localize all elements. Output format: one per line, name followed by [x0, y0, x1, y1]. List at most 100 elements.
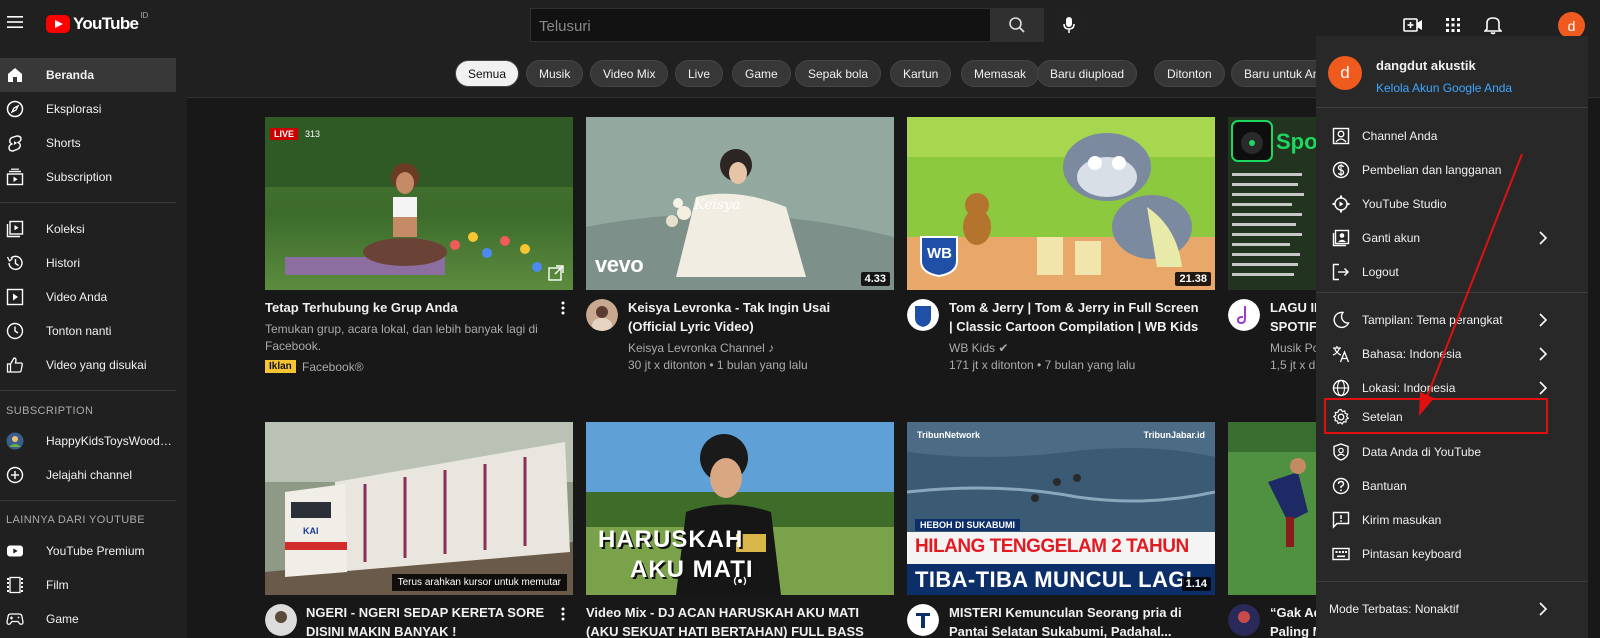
video-plus-icon [1403, 18, 1422, 32]
channel-avatar-icon[interactable] [907, 604, 939, 636]
wb-logo-text: WB [927, 245, 952, 262]
video-thumbnail[interactable]: TribunNetwork TribunJabar.id HEBOH DI SU… [907, 422, 1215, 595]
channel-avatar-icon[interactable] [265, 604, 297, 636]
sidebar-item-tonton-nanti[interactable]: Tonton nanti [0, 314, 176, 348]
sidebar-item-game[interactable]: Game [0, 602, 176, 636]
advertiser-name[interactable]: Facebook® [302, 359, 364, 376]
sidebar-item-subscription[interactable]: Subscription [0, 160, 176, 194]
channel-avatar-icon[interactable] [586, 299, 618, 331]
sidebar-item-happykids[interactable]: HappyKidsToysWood… [0, 424, 176, 458]
menu-label: Pintasan keyboard [1362, 547, 1462, 561]
video-thumbnail[interactable]: WB 21.38 [907, 117, 1215, 290]
sidebar-item-eksplorasi[interactable]: Eksplorasi [0, 92, 176, 126]
sidebar-label: Video yang disukai [46, 358, 147, 372]
sidebar-item-youtube-premium[interactable]: YouTube Premium [0, 534, 176, 568]
channel-name[interactable]: WB Kids ✔ [949, 340, 1008, 357]
news-headline: HILANG TENGGELAM 2 TAHUN [915, 536, 1189, 557]
video-title[interactable]: “Gak Ada Al [1270, 603, 1316, 622]
video-title[interactable]: MISTERI Kemunculan Seorang pria di [949, 603, 1182, 622]
create-video-button[interactable] [1402, 14, 1424, 36]
sidebar-item-video-disukai[interactable]: Video yang disukai [0, 348, 176, 382]
video-title[interactable]: (Official Lyric Video) [628, 317, 754, 336]
video-thumbnail[interactable]: KAI Terus arahkan kursor untuk memutar [265, 422, 573, 595]
youtube-logo[interactable]: YouTube ID [46, 11, 148, 34]
video-thumbnail[interactable]: HARUSKAH AKU MATI [586, 422, 894, 595]
search-input[interactable]: Telusuri [530, 8, 991, 42]
video-title[interactable]: Pantai Selatan Sukabumi, Padahal... [949, 622, 1172, 638]
sidebar-item-beranda[interactable]: Beranda [0, 58, 176, 92]
video-thumbnail[interactable] [1228, 422, 1316, 595]
video-title[interactable]: Tetap Terhubung ke Grup Anda [265, 298, 458, 317]
video-title[interactable]: | Classic Cartoon Compilation | WB Kids [949, 317, 1198, 336]
video-info-clip: LAGU INDON SPOTIFY IN Musik Popule 1,5 j… [1270, 296, 1316, 376]
sidebar-item-koleksi[interactable]: Koleksi [0, 212, 176, 246]
sidebar-item-shorts[interactable]: Shorts [0, 126, 176, 160]
channel-name[interactable]: Keisya Levronka Channel ♪ [628, 340, 774, 357]
more-options-icon[interactable] [561, 301, 565, 315]
channel-avatar-icon[interactable] [1228, 604, 1260, 636]
brand-watermark: TribunNetwork [917, 430, 981, 440]
chip-memasak[interactable]: Memasak [961, 60, 1040, 87]
sidebar-item-video-anda[interactable]: Video Anda [0, 280, 176, 314]
chevron-right-icon [1539, 381, 1548, 395]
chip-sepak-bola[interactable]: Sepak bola [795, 60, 882, 87]
globe-icon [1332, 379, 1350, 397]
video-title[interactable]: Tom & Jerry | Tom & Jerry in Full Screen [949, 298, 1199, 317]
video-title[interactable]: (AKU SEKUAT HATI BERTAHAN) FULL BASS [586, 622, 864, 638]
account-name: dangdut akustik [1376, 58, 1476, 73]
notifications-button[interactable] [1482, 14, 1504, 36]
sidebar-item-jelajahi-channel[interactable]: Jelajahi channel [0, 458, 176, 492]
compass-icon [6, 100, 24, 118]
chip-musik[interactable]: Musik [526, 60, 584, 87]
sidebar-item-histori[interactable]: Histori [0, 246, 176, 280]
video-title[interactable]: Keisya Levronka - Tak Ingin Usai [628, 298, 830, 317]
chip-semua[interactable]: Semua [455, 60, 520, 87]
video-title[interactable]: Paling Memukau Lawan Dari Portugal [1270, 622, 1316, 638]
chevron-right-icon [1539, 347, 1548, 361]
channel-avatar-icon[interactable] [907, 299, 939, 331]
account-avatar[interactable]: d [1558, 12, 1585, 39]
chip-label: Sepak bola [808, 66, 869, 81]
apps-button[interactable] [1442, 14, 1464, 36]
chip-live[interactable]: Live [675, 60, 724, 87]
menu-item-your-data[interactable]: Data Anda di YouTube [1316, 435, 1588, 469]
menu-item-restricted-mode[interactable]: Mode Terbatas: Nonaktif [1316, 592, 1588, 626]
manage-account-link[interactable]: Kelola Akun Google Anda [1376, 81, 1512, 95]
video-title[interactable]: Video Mix - DJ ACAN HARUSKAH AKU MATI [586, 603, 859, 622]
menu-item-keyboard-shortcuts[interactable]: Pintasan keyboard [1316, 537, 1588, 571]
menu-item-help[interactable]: Bantuan [1316, 469, 1588, 503]
video-thumbnail[interactable]: LIVE 313 [265, 117, 573, 290]
menu-divider [1316, 581, 1588, 582]
youtube-premium-icon [7, 545, 23, 557]
menu-item-feedback[interactable]: Kirim masukan [1316, 503, 1588, 537]
menu-item-channel[interactable]: Channel Anda [1316, 119, 1588, 153]
moon-icon [1333, 311, 1350, 329]
video-title[interactable]: DISINI MAKIN BANYAK ! [306, 622, 456, 638]
gamepad-icon [6, 613, 24, 625]
more-options-icon[interactable] [561, 607, 565, 621]
search-button[interactable] [990, 8, 1044, 42]
chip-kartun[interactable]: Kartun [890, 60, 952, 87]
video-info-clip: “Gak Ada Al Paling Memukau Lawan Dari Po… [1270, 601, 1316, 638]
chip-game[interactable]: Game [732, 60, 791, 87]
chip-ditonton[interactable]: Ditonton [1154, 60, 1225, 87]
video-stats: 171 jt x ditonton • 7 bulan yang lalu [949, 358, 1136, 372]
menu-label: Channel Anda [1362, 129, 1438, 143]
channel-name[interactable]: Musik Popule [1270, 340, 1316, 357]
video-thumbnail[interactable]: Spotify [1228, 117, 1316, 290]
video-title[interactable]: LAGU INDON [1270, 298, 1316, 317]
sidebar-item-film[interactable]: Film [0, 568, 176, 602]
sidebar-label: HappyKidsToysWood… [46, 434, 172, 448]
sidebar-divider [0, 202, 176, 203]
voice-search-button[interactable] [1052, 8, 1086, 42]
channel-avatar-icon[interactable] [1228, 299, 1260, 331]
video-thumbnail[interactable]: Keisya vevo 4.33 [586, 117, 894, 290]
video-title[interactable]: NGERI - NGERI SEDAP KERETA SORE [306, 603, 544, 622]
avatar-letter: d [1340, 63, 1350, 82]
chip-baru-diupload[interactable]: Baru diupload [1037, 60, 1138, 87]
video-title[interactable]: SPOTIFY IN [1270, 317, 1316, 336]
menu-icon[interactable] [6, 13, 24, 31]
subscriptions-icon [6, 168, 24, 186]
chip-video-mix[interactable]: Video Mix [590, 60, 669, 87]
external-link-icon[interactable] [548, 265, 564, 281]
